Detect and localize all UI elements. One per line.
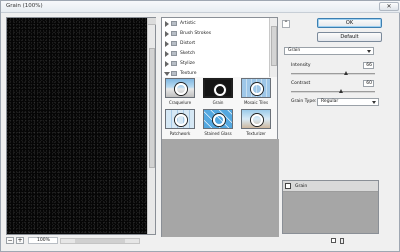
thumbnail-image	[203, 109, 233, 129]
folder-open-icon	[171, 71, 177, 76]
thumbnail-image	[165, 109, 195, 129]
sample-shape	[213, 114, 225, 126]
zoom-bar: − + 100%	[6, 237, 156, 245]
folder-icon	[171, 61, 177, 66]
category-distort[interactable]: Distort	[162, 40, 270, 48]
zoom-level-select[interactable]: 100%	[28, 237, 58, 244]
new-effect-layer-icon[interactable]	[331, 238, 336, 243]
intensity-input[interactable]: 66	[363, 62, 374, 69]
category-sketch[interactable]: Sketch	[162, 50, 270, 58]
category-stylize[interactable]: Stylize	[162, 60, 270, 68]
grain-type-label: Grain Type:	[291, 99, 317, 104]
collapse-gallery-button[interactable]: ⌃	[282, 20, 290, 28]
zoom-out-button[interactable]: −	[6, 237, 14, 244]
ok-button[interactable]: OK	[317, 18, 382, 28]
thumb-patchwork[interactable]: Patchwork	[162, 109, 197, 138]
category-label: Sketch	[180, 51, 196, 56]
thumbnail-label: Mosaic Tiles	[243, 100, 269, 105]
sample-shape	[251, 83, 263, 95]
thumbnail-label: Craquelure	[168, 100, 192, 105]
folder-icon	[171, 51, 177, 56]
trash-icon[interactable]	[340, 238, 344, 244]
title-bar: Grain (100%) ✕	[1, 1, 400, 13]
filter-gallery-window: Grain (100%) ✕ − + 100% Artistic Brush S…	[0, 0, 400, 252]
thumbnail-image	[165, 78, 195, 98]
effect-layer-row[interactable]: Grain	[283, 181, 378, 192]
thumbnail-label: Patchwork	[169, 131, 191, 136]
thumb-craquelure[interactable]: Craquelure	[162, 78, 197, 107]
contrast-input[interactable]: 60	[363, 80, 374, 87]
close-button[interactable]: ✕	[379, 2, 399, 11]
preview-image[interactable]	[7, 18, 147, 234]
intensity-slider-knob[interactable]	[344, 71, 349, 75]
category-artistic[interactable]: Artistic	[162, 20, 270, 28]
scroll-thumb[interactable]	[149, 48, 155, 168]
expand-arrow-icon	[165, 31, 169, 37]
thumbnail-image	[203, 78, 233, 98]
grain-type-select[interactable]: Regular	[317, 98, 379, 106]
contrast-slider-knob[interactable]	[339, 89, 344, 93]
empty-panel-area	[162, 139, 279, 237]
grain-type-value: Regular	[321, 99, 339, 104]
thumb-texturizer[interactable]: Texturizer	[238, 109, 273, 138]
category-label: Brush Strokes	[180, 31, 212, 36]
thumbnail-label: Texturizer	[246, 131, 266, 136]
intensity-slider[interactable]	[291, 71, 375, 75]
contrast-label: Contrast	[291, 81, 311, 86]
thumbnail-image	[241, 78, 271, 98]
folder-icon	[171, 21, 177, 26]
sample-shape	[251, 114, 263, 126]
category-brush-strokes[interactable]: Brush Strokes	[162, 30, 270, 38]
preview-horizontal-scrollbar[interactable]	[60, 238, 140, 244]
thumb-stained-glass[interactable]: Stained Glass	[200, 109, 235, 138]
category-label: Stylize	[180, 61, 195, 66]
thumb-grain[interactable]: Grain	[200, 78, 235, 107]
dropdown-arrow-icon	[372, 101, 376, 104]
scroll-thumb[interactable]	[271, 26, 277, 66]
sample-shape	[175, 83, 187, 95]
sample-shape	[214, 84, 226, 96]
contrast-slider[interactable]	[291, 89, 375, 93]
scroll-up-arrow[interactable]	[148, 18, 156, 25]
thumbnail-label: Grain	[212, 100, 224, 105]
effect-layers-panel: Grain	[282, 180, 379, 234]
intensity-label: Intensity	[291, 63, 311, 68]
eye-icon[interactable]	[285, 183, 291, 189]
expand-arrow-icon	[165, 61, 169, 67]
texture-thumbnails: Craquelure Grain Mosaic Tiles Patchwork …	[161, 77, 279, 237]
effect-layer-label: Grain	[295, 184, 308, 189]
filter-select-value: Grain	[288, 48, 301, 53]
preview-vertical-scrollbar[interactable]	[147, 18, 156, 234]
dropdown-arrow-icon	[367, 50, 371, 53]
expand-arrow-icon	[165, 41, 169, 47]
folder-icon	[171, 31, 177, 36]
thumb-mosaic-tiles[interactable]: Mosaic Tiles	[238, 78, 273, 107]
default-button[interactable]: Default	[317, 32, 382, 42]
category-label: Texture	[180, 71, 197, 76]
preview-pane[interactable]	[6, 17, 156, 235]
thumbnail-label: Stained Glass	[204, 131, 232, 136]
expand-arrow-icon	[165, 21, 169, 27]
thumbnail-image	[241, 109, 271, 129]
sample-shape	[175, 114, 187, 126]
collapse-arrow-icon	[164, 72, 170, 76]
expand-arrow-icon	[165, 51, 169, 57]
category-label: Distort	[180, 41, 196, 46]
category-label: Artistic	[180, 21, 196, 26]
folder-icon	[171, 41, 177, 46]
scroll-thumb[interactable]	[75, 239, 125, 243]
filter-select[interactable]: Grain	[284, 47, 374, 55]
zoom-in-button[interactable]: +	[16, 237, 24, 244]
window-title: Grain (100%)	[6, 3, 43, 9]
